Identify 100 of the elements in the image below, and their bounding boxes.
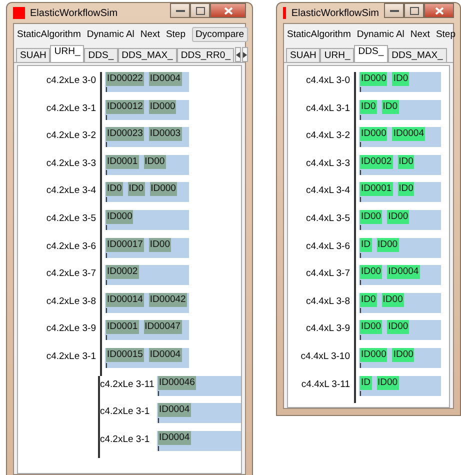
tick-mark	[106, 197, 107, 202]
menu-item[interactable]: Step	[166, 29, 186, 40]
task-block: ID00	[387, 320, 410, 334]
task-block: ID0	[392, 72, 410, 86]
vm-label: c4.2xLe 3-5	[45, 212, 97, 226]
tab[interactable]: DDS_MAX_	[388, 48, 447, 62]
tab-scroll-left-icon[interactable]	[235, 47, 242, 62]
task-block: ID00	[148, 238, 171, 252]
tick-mark	[106, 114, 107, 120]
tick-mark	[360, 114, 361, 120]
tick-mark	[360, 362, 361, 368]
task-block: ID00	[360, 320, 382, 334]
task-block: ID	[360, 376, 372, 390]
vm-label: c4.2xLe 3-1	[45, 350, 97, 364]
vm-label: c4.2xLe 3-4	[45, 184, 97, 198]
menu-item[interactable]: Next	[410, 29, 430, 40]
close-button[interactable]	[424, 3, 454, 18]
menu-item[interactable]: Dynamic Al	[86, 29, 134, 40]
task-block: ID000	[106, 210, 134, 224]
window-title: ElasticWorkflowSim	[30, 8, 119, 18]
task-block: ID0	[398, 182, 414, 196]
tab-scroll-right-icon[interactable]	[242, 47, 248, 62]
task-block: ID0	[106, 182, 123, 196]
tick-mark	[360, 252, 361, 258]
tick-mark	[106, 87, 107, 92]
task-block: ID0004	[387, 265, 420, 280]
minimize-icon	[176, 8, 184, 12]
app-icon	[283, 7, 286, 19]
task-block: ID000	[148, 100, 176, 114]
task-block: ID0004	[148, 348, 182, 362]
task-block: ID0004	[392, 127, 425, 142]
vm-label: c4.4xL 3-8	[304, 294, 351, 309]
task-block: ID000	[360, 127, 388, 142]
tick-mark	[360, 390, 361, 396]
tab[interactable]: DDS_MAX_	[118, 48, 177, 62]
vm-label: c4.4xL 3-2	[304, 129, 351, 144]
vm-label: c4.2xLe 3-1	[100, 432, 151, 447]
menu-item[interactable]: StaticAlgorithm	[287, 29, 351, 40]
task-block: ID0001	[106, 320, 139, 334]
tick-mark	[106, 142, 107, 148]
tick-mark	[360, 170, 361, 175]
task-block: ID00047	[144, 320, 182, 334]
close-icon	[224, 6, 232, 14]
tick-mark	[106, 308, 107, 313]
maximize-button[interactable]	[190, 3, 210, 18]
vm-label: c4.2xLe 3-3	[45, 156, 97, 171]
tick-mark	[360, 142, 361, 148]
vm-label: c4.4xL 3-11	[300, 378, 351, 392]
task-block: ID00046	[158, 376, 196, 390]
tab[interactable]: DDS_	[354, 45, 388, 62]
close-icon	[434, 6, 444, 14]
task-block: ID000	[360, 348, 388, 362]
vm-label: c4.4xL 3-10	[300, 350, 351, 364]
task-block: ID00	[376, 238, 399, 252]
minimize-icon	[390, 8, 398, 12]
vm-label: c4.2xLe 3-0	[45, 74, 97, 88]
menu-item[interactable]: StaticAlgorithm	[17, 29, 81, 40]
task-block: ID0004	[158, 430, 191, 445]
tick-mark	[158, 390, 159, 396]
maximize-icon	[410, 6, 418, 14]
task-block: ID00015	[106, 348, 144, 362]
task-block: ID0001	[360, 182, 393, 196]
task-block: ID00	[392, 348, 414, 362]
tab[interactable]: DDS_	[84, 48, 118, 62]
task-block: ID00	[360, 265, 382, 280]
vm-label: c4.2xLe 3-8	[45, 294, 97, 309]
task-block: ID00	[376, 376, 399, 390]
task-block: ID00017	[106, 238, 144, 252]
tick-mark	[106, 335, 107, 340]
menu-item[interactable]: Step	[436, 29, 456, 40]
vm-label: c4.4xL 3-0	[304, 74, 351, 88]
task-block: ID0001	[106, 154, 139, 169]
minimize-button[interactable]	[384, 3, 404, 18]
vm-label: c4.2xLe 3-1	[100, 405, 151, 420]
tab[interactable]: URH_	[50, 45, 84, 62]
task-block: ID00012	[106, 100, 144, 114]
tab[interactable]: URH_	[320, 48, 354, 62]
tab[interactable]: SUAH	[16, 48, 50, 62]
task-block: ID0	[360, 292, 377, 307]
tab[interactable]: DDS_RR0_	[176, 48, 234, 62]
close-button[interactable]	[210, 3, 246, 18]
task-block: ID00	[360, 210, 382, 224]
maximize-button[interactable]	[404, 3, 424, 18]
vm-label: c4.4xL 3-1	[304, 102, 351, 116]
task-block: ID00042	[148, 292, 187, 307]
vm-label: c4.4xL 3-6	[304, 240, 351, 254]
task-block: ID00	[144, 154, 166, 169]
task-block: ID0	[382, 100, 399, 114]
menu-item[interactable]: Next	[140, 29, 160, 40]
menu-item[interactable]: Dynamic Al	[356, 29, 404, 40]
vm-label: c4.4xL 3-5	[304, 212, 351, 226]
vm-label: c4.2xLe 3-11	[100, 378, 154, 392]
minimize-button[interactable]	[170, 3, 190, 18]
task-block: ID00014	[106, 292, 144, 307]
tab[interactable]: SUAH	[286, 48, 320, 62]
vm-label: c4.2xLe 3-9	[45, 322, 97, 336]
tick-mark	[360, 224, 361, 230]
compare-button[interactable]: Dycompare	[192, 27, 248, 42]
tick-mark	[106, 280, 107, 286]
vm-label: c4.2xLe 3-7	[45, 267, 97, 282]
